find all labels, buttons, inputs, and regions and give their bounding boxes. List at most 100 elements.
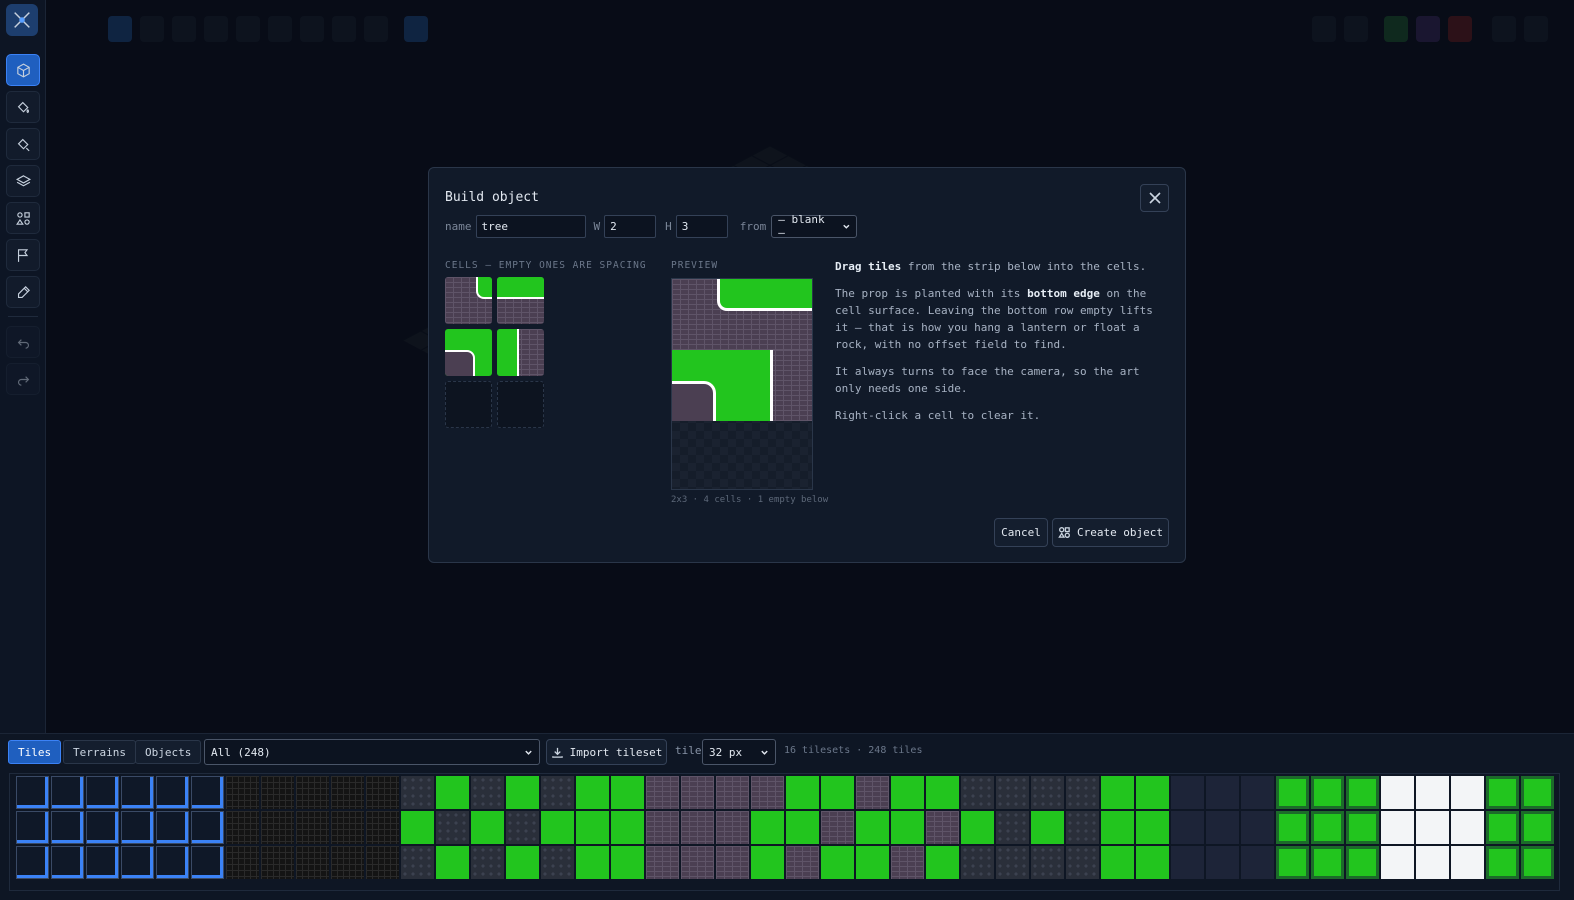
- palette-tile[interactable]: [681, 846, 714, 879]
- palette-tile[interactable]: [1416, 846, 1449, 879]
- palette-tile[interactable]: [1451, 776, 1484, 809]
- flag-tool-button[interactable]: [6, 239, 40, 271]
- palette-tile[interactable]: [296, 846, 329, 879]
- palette-tile[interactable]: [1206, 776, 1239, 809]
- palette-tile[interactable]: [716, 846, 749, 879]
- palette-tile[interactable]: [646, 846, 679, 879]
- palette-tile[interactable]: [1031, 846, 1064, 879]
- palette-tile[interactable]: [926, 846, 959, 879]
- palette-tile[interactable]: [891, 811, 924, 844]
- palette-tile[interactable]: [366, 811, 399, 844]
- close-button[interactable]: [1140, 184, 1169, 212]
- palette-tile[interactable]: [1241, 846, 1274, 879]
- palette-tile[interactable]: [716, 776, 749, 809]
- tile-size-select[interactable]: 32 px: [702, 739, 776, 765]
- palette-tile[interactable]: [1381, 776, 1414, 809]
- palette-tile[interactable]: [51, 776, 84, 809]
- palette-tile[interactable]: [996, 811, 1029, 844]
- palette-tile[interactable]: [1066, 776, 1099, 809]
- palette-tile[interactable]: [226, 776, 259, 809]
- cell-0-2[interactable]: [445, 381, 492, 428]
- palette-tile[interactable]: [1276, 776, 1309, 809]
- palette-tile[interactable]: [1451, 811, 1484, 844]
- palette-tile[interactable]: [1031, 811, 1064, 844]
- palette-tile[interactable]: [296, 811, 329, 844]
- palette-tile[interactable]: [1311, 846, 1344, 879]
- tab-terrains[interactable]: Terrains: [63, 740, 136, 764]
- palette-tile[interactable]: [401, 846, 434, 879]
- cell-1-2[interactable]: [497, 381, 544, 428]
- palette-tile[interactable]: [366, 846, 399, 879]
- palette-tile[interactable]: [1276, 811, 1309, 844]
- palette-tile[interactable]: [506, 811, 539, 844]
- palette-tile[interactable]: [1136, 776, 1169, 809]
- palette-tile[interactable]: [471, 776, 504, 809]
- width-input[interactable]: 2: [604, 214, 657, 238]
- cell-0-0[interactable]: [445, 277, 492, 324]
- palette-tile[interactable]: [1206, 811, 1239, 844]
- palette-tile[interactable]: [1486, 776, 1519, 809]
- palette-tile[interactable]: [1486, 811, 1519, 844]
- palette-tile[interactable]: [786, 811, 819, 844]
- palette-tile[interactable]: [261, 776, 294, 809]
- palette-tile[interactable]: [86, 776, 119, 809]
- palette-tile[interactable]: [786, 776, 819, 809]
- palette-tile[interactable]: [261, 811, 294, 844]
- palette-tile[interactable]: [576, 846, 609, 879]
- tab-tiles[interactable]: Tiles: [8, 740, 62, 764]
- palette-tile[interactable]: [1416, 811, 1449, 844]
- tileset-filter-select[interactable]: All (248): [204, 739, 540, 765]
- palette-tile[interactable]: [1416, 776, 1449, 809]
- palette-tile[interactable]: [156, 811, 189, 844]
- palette-tile[interactable]: [1521, 846, 1554, 879]
- palette-tile[interactable]: [226, 846, 259, 879]
- palette-tile[interactable]: [821, 811, 854, 844]
- palette-tile[interactable]: [821, 846, 854, 879]
- cell-1-1[interactable]: [497, 329, 544, 376]
- palette-tile[interactable]: [16, 776, 49, 809]
- palette-tile[interactable]: [156, 846, 189, 879]
- palette-tile[interactable]: [1346, 846, 1379, 879]
- palette-tile[interactable]: [506, 846, 539, 879]
- palette-tile[interactable]: [1101, 811, 1134, 844]
- palette-tile[interactable]: [856, 776, 889, 809]
- palette-tile[interactable]: [1521, 811, 1554, 844]
- tab-objects[interactable]: Objects: [135, 740, 202, 764]
- palette-tile[interactable]: [506, 776, 539, 809]
- palette-tile[interactable]: [1521, 776, 1554, 809]
- palette-tile[interactable]: [1101, 846, 1134, 879]
- palette-tile[interactable]: [1346, 811, 1379, 844]
- palette-tile[interactable]: [51, 811, 84, 844]
- palette-tile[interactable]: [191, 811, 224, 844]
- palette-tile[interactable]: [576, 776, 609, 809]
- palette-tile[interactable]: [891, 846, 924, 879]
- palette-tile[interactable]: [611, 811, 644, 844]
- palette-tile[interactable]: [646, 776, 679, 809]
- palette-tile[interactable]: [331, 811, 364, 844]
- palette-tile[interactable]: [16, 811, 49, 844]
- palette-tile[interactable]: [16, 846, 49, 879]
- objects-tool-button[interactable]: [6, 202, 40, 234]
- palette-tile[interactable]: [611, 776, 644, 809]
- palette-tile[interactable]: [1241, 776, 1274, 809]
- eyedropper-tool-button[interactable]: [6, 276, 40, 308]
- palette-tile[interactable]: [716, 811, 749, 844]
- palette-tile[interactable]: [401, 811, 434, 844]
- import-tileset-button[interactable]: Import tileset: [546, 739, 667, 765]
- palette-tile[interactable]: [821, 776, 854, 809]
- palette-tile[interactable]: [296, 776, 329, 809]
- palette-tile[interactable]: [1101, 776, 1134, 809]
- palette-tile[interactable]: [121, 846, 154, 879]
- height-input[interactable]: 3: [675, 214, 728, 238]
- palette-tile[interactable]: [121, 776, 154, 809]
- palette-tile[interactable]: [1381, 811, 1414, 844]
- palette-tile[interactable]: [961, 776, 994, 809]
- palette-tile[interactable]: [401, 776, 434, 809]
- palette-tile[interactable]: [1451, 846, 1484, 879]
- palette-tile[interactable]: [436, 846, 469, 879]
- palette-tile[interactable]: [1066, 846, 1099, 879]
- palette-tile[interactable]: [471, 811, 504, 844]
- palette-tile[interactable]: [331, 846, 364, 879]
- palette-tile[interactable]: [541, 846, 574, 879]
- palette-tile[interactable]: [86, 846, 119, 879]
